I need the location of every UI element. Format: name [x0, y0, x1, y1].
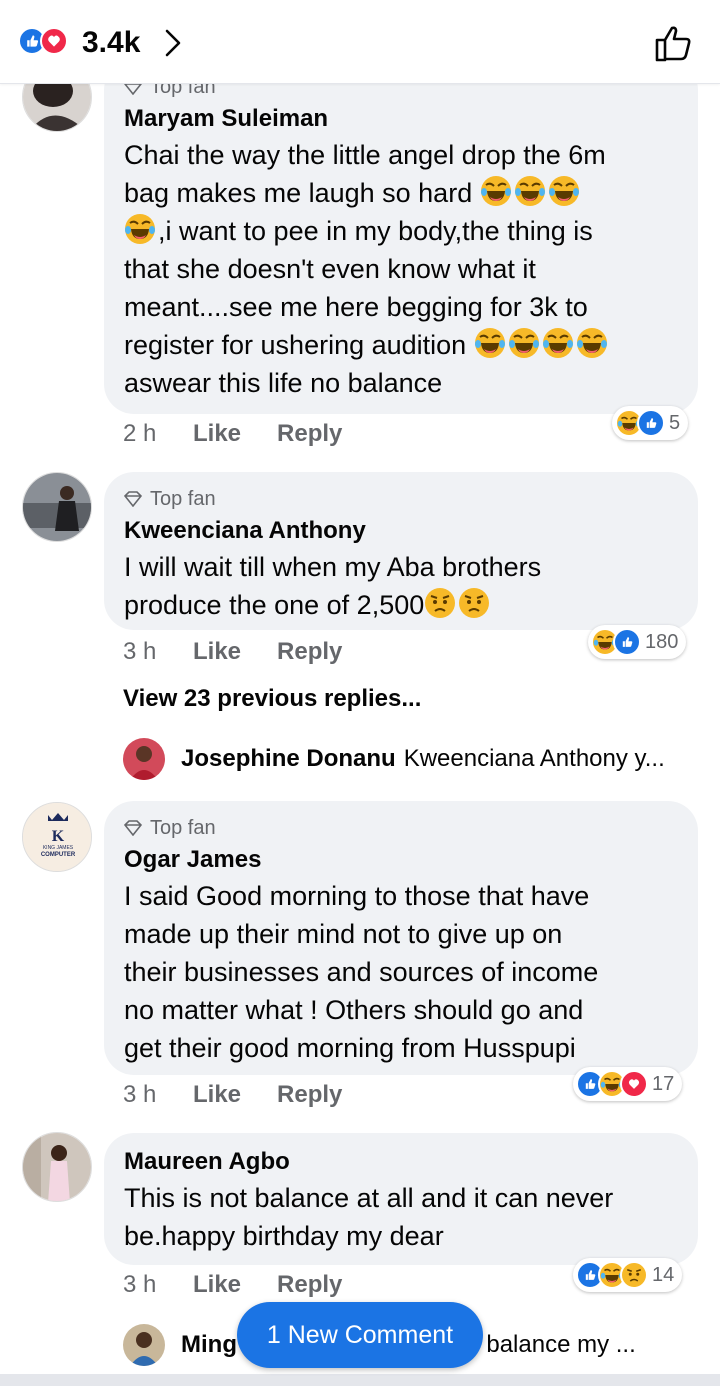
comment-reactions[interactable]: 14 — [573, 1258, 683, 1292]
comment-actions: 3 h Like Reply — [123, 1271, 378, 1299]
comment-text: I will wait till when my Aba brothers pr… — [124, 552, 542, 620]
comment-actions: 3 h Like Reply — [123, 638, 378, 666]
thumbs-up-icon[interactable] — [652, 22, 694, 64]
commenter-name[interactable]: Ogar James — [124, 845, 678, 875]
reply-button[interactable]: Reply — [277, 638, 342, 666]
laughing-emoji-icon — [576, 327, 608, 359]
comment-bubble: Top fan Ogar James I said Good morning t… — [104, 801, 698, 1075]
worried-emoji-icon — [424, 587, 456, 619]
love-reaction-icon — [620, 1070, 648, 1098]
avatar[interactable] — [22, 472, 92, 542]
comment-bubble: Maureen Agbo This is not balance at all … — [104, 1133, 698, 1265]
reaction-count: 5 — [669, 411, 681, 434]
comment-text: I said Good morning to those that have m… — [124, 881, 599, 1063]
top-fan-badge: Top fan — [124, 486, 678, 512]
chevron-right-icon[interactable] — [158, 28, 188, 58]
bottom-divider — [0, 1374, 720, 1386]
comment-reactions[interactable]: 5 — [612, 406, 689, 440]
sad-reaction-icon — [620, 1261, 648, 1289]
laughing-emoji-icon — [480, 175, 512, 207]
avatar — [123, 738, 165, 780]
svg-text:COMPUTER: COMPUTER — [41, 852, 76, 858]
like-button[interactable]: Like — [193, 1081, 241, 1109]
worried-emoji-icon — [458, 587, 490, 619]
comment-actions: 2 h Like Reply — [123, 420, 378, 448]
reply-author-name: Ming — [181, 1331, 237, 1358]
love-reaction-icon — [40, 27, 68, 55]
reactions-header: 3.4k — [0, 0, 720, 84]
view-previous-replies-link[interactable]: View 23 previous replies... — [123, 685, 421, 713]
laughing-emoji-icon — [124, 213, 156, 245]
svg-text:K: K — [52, 828, 65, 845]
king-james-computer-logo: K KING JAMES COMPUTER — [23, 803, 91, 871]
like-reaction-icon — [637, 409, 665, 437]
new-comment-button[interactable]: 1 New Comment — [237, 1302, 483, 1368]
reaction-count: 17 — [652, 1072, 675, 1095]
laughing-emoji-icon — [508, 327, 540, 359]
avatar[interactable] — [22, 1132, 92, 1202]
like-reaction-icon — [613, 628, 641, 656]
laughing-emoji-icon — [548, 175, 580, 207]
reply-button[interactable]: Reply — [277, 1271, 342, 1299]
comment-text: This is not balance at all and it can ne… — [124, 1183, 614, 1251]
header-reaction-icons[interactable] — [18, 27, 68, 55]
reply-author-name: Josephine Donanu — [181, 745, 396, 772]
comment-reactions[interactable]: 17 — [573, 1067, 683, 1101]
comment-reactions[interactable]: 180 — [588, 625, 687, 659]
comment-timestamp: 3 h — [123, 638, 157, 665]
comment-actions: 3 h Like Reply — [123, 1081, 378, 1109]
like-button[interactable]: Like — [193, 420, 241, 448]
comment-timestamp: 3 h — [123, 1271, 157, 1298]
comment-bubble: Top fan Maryam Suleiman Chai the way the… — [104, 60, 698, 414]
top-fan-badge: Top fan — [124, 815, 678, 841]
diamond-icon — [124, 820, 142, 836]
reply-preview[interactable]: Josephine Donanu Kweenciana Anthony y... — [123, 738, 665, 780]
reaction-count: 180 — [645, 630, 679, 653]
like-button[interactable]: Like — [193, 638, 241, 666]
comment-bubble: Top fan Kweenciana Anthony I will wait t… — [104, 472, 698, 630]
commenter-name[interactable]: Maryam Suleiman — [124, 104, 678, 134]
reply-preview-text: Kweenciana Anthony y... — [403, 745, 665, 772]
laughing-emoji-icon — [514, 175, 546, 207]
comment-timestamp: 2 h — [123, 420, 157, 447]
reply-button[interactable]: Reply — [277, 1081, 342, 1109]
header-reaction-count[interactable]: 3.4k — [82, 26, 140, 60]
reply-button[interactable]: Reply — [277, 420, 342, 448]
comment-text: Chai the way the little angel drop the 6… — [124, 140, 608, 398]
commenter-name[interactable]: Kweenciana Anthony — [124, 516, 678, 546]
svg-text:KING JAMES: KING JAMES — [43, 845, 74, 851]
commenter-name[interactable]: Maureen Agbo — [124, 1147, 678, 1177]
avatar — [123, 1324, 165, 1366]
laughing-emoji-icon — [542, 327, 574, 359]
reaction-count: 14 — [652, 1263, 675, 1286]
laughing-emoji-icon — [474, 327, 506, 359]
comment-timestamp: 3 h — [123, 1081, 157, 1108]
avatar[interactable]: K KING JAMES COMPUTER — [22, 802, 92, 872]
like-button[interactable]: Like — [193, 1271, 241, 1299]
diamond-icon — [124, 491, 142, 507]
